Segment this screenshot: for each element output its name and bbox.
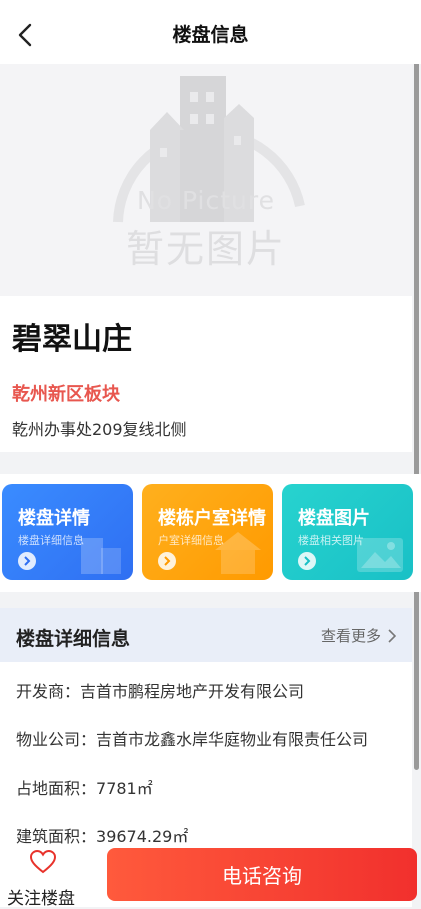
card-title: 楼栋户室详情 [158,508,266,529]
page-title: 楼盘信息 [172,24,249,46]
row-label: 物业公司： [16,730,97,749]
row-value: 7781㎡ [96,779,153,798]
no-picture-text: No Picture [137,186,275,215]
section-title: 楼盘详细信息 [16,628,131,650]
detail-section-header: 楼盘详细信息 查看更多 [0,608,412,662]
image-icon [357,538,403,572]
row-label: 占地面积： [16,779,97,798]
phone-consult-button[interactable]: 电话咨询 [107,848,417,901]
view-more-label: 查看更多 [320,627,381,645]
estate-photo-placeholder: No Picture 暂无图片 [0,64,412,296]
row-value: 吉首市鹏程房地产开发有限公司 [80,682,305,701]
heart-icon [30,850,56,874]
estate-photos-card[interactable]: 楼盘图片 楼盘相关图片 [282,484,413,580]
no-picture-text-zh: 暂无图片 [125,227,286,271]
chevron-right-icon [388,628,396,643]
estate-address: 乾州办事处209复线北侧 [12,420,187,439]
row-label: 开发商： [16,682,81,701]
scrollbar[interactable] [414,60,419,770]
house-icon [215,532,261,574]
arrow-right-icon [18,552,36,570]
bottom-action-bar: 关注楼盘 电话咨询 [0,840,421,909]
view-more-link[interactable]: 查看更多 [321,625,396,646]
building-icon [81,538,121,574]
follow-label: 关注楼盘 [7,889,75,909]
row-value: 吉首市龙鑫水岸华庭物业有限责任公司 [96,730,369,749]
estate-district: 乾州新区板块 [12,384,120,405]
card-title: 楼盘图片 [298,508,370,529]
arrow-right-icon [158,552,176,570]
developer-row: 开发商：吉首市鹏程房地产开发有限公司 [16,678,304,702]
card-title: 楼盘详情 [18,508,90,529]
quick-links: 楼盘详情 楼盘详细信息 楼栋户室详情 户室详细信息 楼盘图片 楼盘相关图片 [0,474,421,592]
property-company-row: 物业公司：吉首市龙鑫水岸华庭物业有限责任公司 [16,726,368,750]
land-area-row: 占地面积：7781㎡ [16,775,153,799]
estate-name: 碧翠山庄 [12,322,132,357]
follow-button[interactable]: 关注楼盘 [0,846,90,909]
unit-details-card[interactable]: 楼栋户室详情 户室详细信息 [142,484,273,580]
app-header: 楼盘信息 [0,0,421,64]
estate-details-card[interactable]: 楼盘详情 楼盘详细信息 [2,484,133,580]
estate-info-card: 碧翠山庄 乾州新区板块 乾州办事处209复线北侧 [0,296,412,452]
arrow-right-icon [298,552,316,570]
